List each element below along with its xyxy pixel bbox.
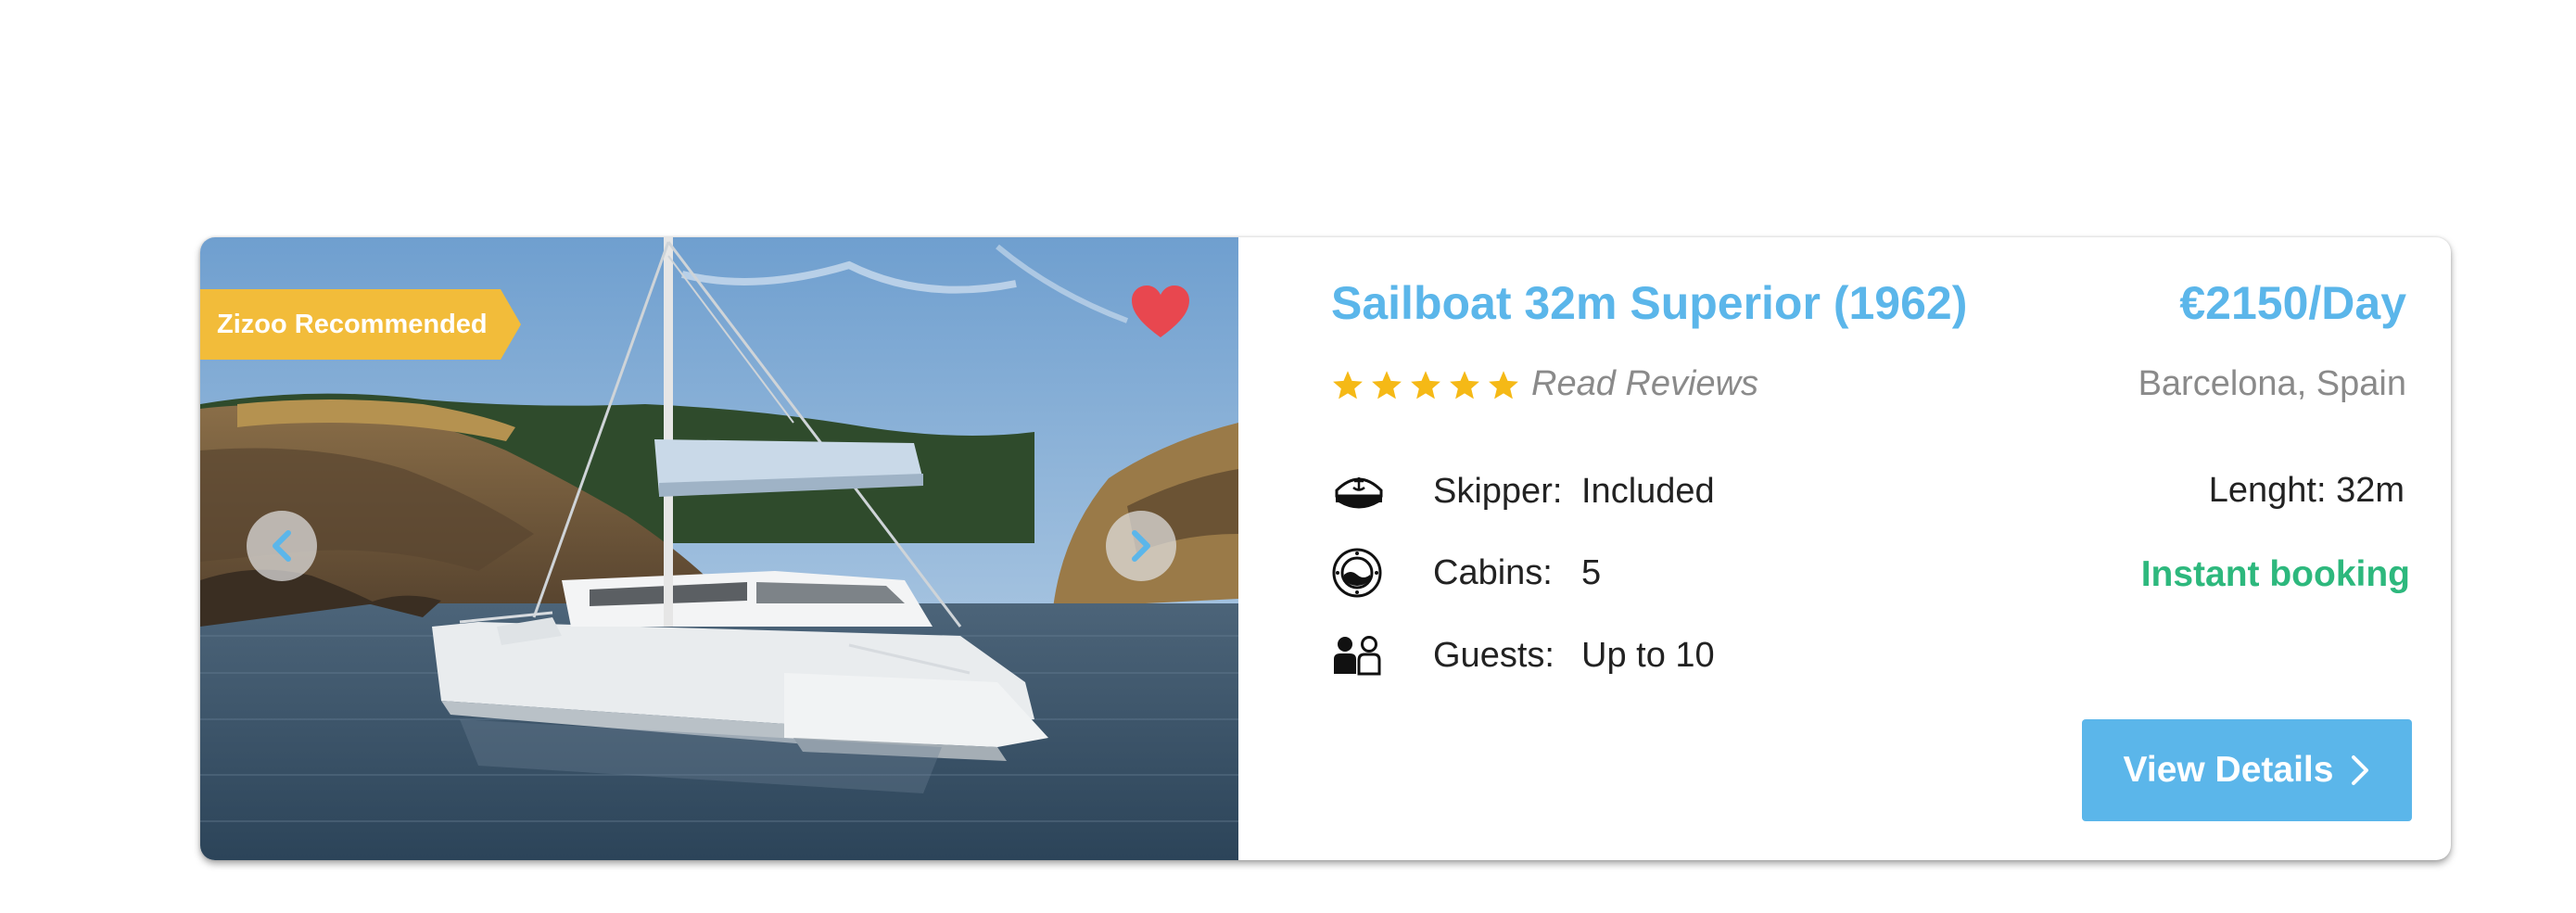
star-icon <box>1489 371 1518 399</box>
spec-cabins-value: 5 <box>1581 552 1602 592</box>
spec-skipper-label: Skipper: <box>1433 471 1563 511</box>
star-icon <box>1333 371 1363 399</box>
boat-length: Lenght: 32m <box>2208 471 2405 510</box>
spec-cabins-label: Cabins: <box>1433 552 1553 592</box>
recommended-badge: Zizoo Recommended <box>200 289 521 360</box>
badge-tip <box>500 289 521 360</box>
favorite-heart-icon[interactable] <box>1130 284 1191 341</box>
carousel-prev-button[interactable] <box>247 511 317 581</box>
recommended-badge-label: Zizoo Recommended <box>200 289 501 360</box>
spec-skipper-value: Included <box>1581 471 1715 511</box>
chevron-right-icon <box>2352 755 2369 785</box>
guests-icon <box>1331 629 1390 681</box>
view-details-label: View Details <box>2123 750 2334 790</box>
rating-stars <box>1331 369 1520 402</box>
chevron-right-icon <box>1132 530 1150 562</box>
star-icon <box>1372 371 1402 399</box>
captain-hat-icon <box>1331 465 1390 517</box>
star-icon <box>1450 371 1479 399</box>
view-details-button[interactable]: View Details <box>2082 719 2412 821</box>
listing-location: Barcelona, Spain <box>2138 364 2406 403</box>
read-reviews-link[interactable]: Read Reviews <box>1531 364 1758 404</box>
carousel-next-button[interactable] <box>1106 511 1176 581</box>
instant-booking-label: Instant booking <box>2140 554 2410 594</box>
spec-guests: Guests: Up to 10 <box>1331 629 1715 681</box>
spec-skipper: Skipper: Included <box>1331 465 1715 517</box>
spec-cabins: Cabins: 5 <box>1331 547 1601 599</box>
spec-guests-label: Guests: <box>1433 635 1554 675</box>
boat-photo-carousel[interactable]: Zizoo Recommended <box>200 237 1238 860</box>
listing-title[interactable]: Sailboat 32m Superior (1962) <box>1331 276 1967 330</box>
listing-price: €2150/Day <box>2179 277 2406 329</box>
listing-card: Zizoo Recommended Sailboat 32m Superior … <box>200 237 2451 860</box>
spec-guests-value: Up to 10 <box>1581 635 1715 675</box>
chevron-left-icon <box>273 530 291 562</box>
porthole-icon <box>1331 547 1390 599</box>
star-icon <box>1411 371 1440 399</box>
